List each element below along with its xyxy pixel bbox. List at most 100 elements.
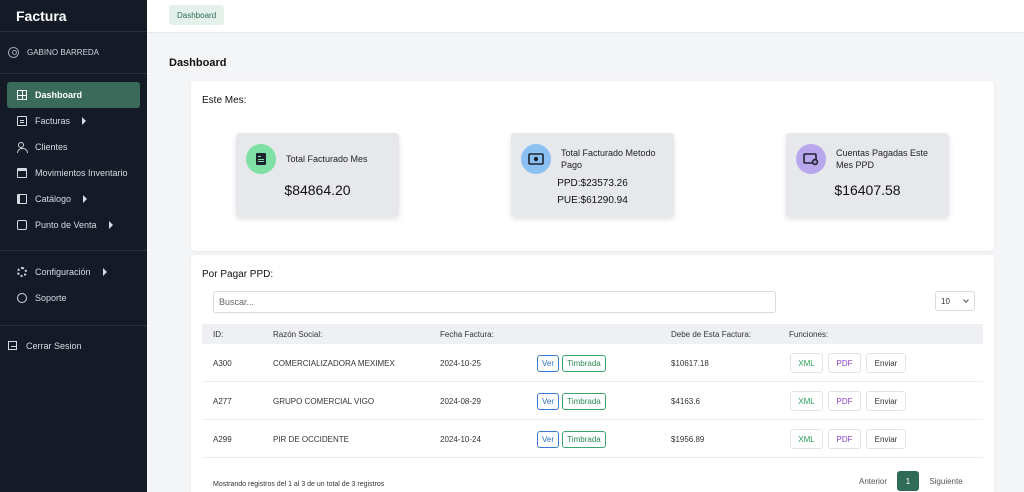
table-header: ID: Razón Social: Fecha Factura: Debe de… [202,324,983,344]
inventory-icon [17,168,27,178]
caret-right-icon [83,195,88,203]
cell-id: A299 [213,435,232,444]
section-label: Este Mes: [202,95,247,106]
stat-cuentas-pagadas-ppd: Cuentas Pagadas Este Mes PPD $16407.58 [786,133,949,216]
this-month-card: Este Mes: Total Facturado Mes $84864.20 … [191,81,994,251]
sidebar-item-label: Facturas [35,116,71,126]
stat-ppd: PPD:$23573.26 [557,178,628,189]
sidebar-nav: Dashboard Facturas Clientes Movimientos … [0,74,147,238]
sidebar-item-label: Movimientos Inventario [35,168,128,178]
sidebar-item-movimientos-inventario[interactable]: Movimientos Inventario [7,160,140,186]
paid-accounts-icon [796,144,826,174]
sidebar-item-catalogo[interactable]: Catálogo [7,186,140,212]
stat-title: Total Facturado Mes [286,154,368,164]
cell-razon-social: PIR DE OCCIDENTE [273,435,350,444]
stat-total-facturado-metodo-pago: Total Facturado Metodo Pago PPD:$23573.2… [511,133,674,216]
section-label: Por Pagar PPD: [202,269,274,280]
pdf-button[interactable]: PDF [828,391,861,411]
table-row: A300 COMERCIALIZADORA MEXIMEX 2024-10-25… [202,344,983,382]
pdf-button[interactable]: PDF [828,429,861,449]
catalog-icon [17,194,27,204]
cell-debe: $4163.6 [671,397,700,406]
topbar: Dashboard [147,0,1024,33]
ver-button[interactable]: Ver [537,355,559,372]
users-icon [17,142,28,153]
xml-button[interactable]: XML [790,429,823,449]
page-title: Dashboard [169,57,227,69]
cell-razon-social: GRUPO COMERCIAL VIGO [273,397,375,406]
cell-debe: $1956.89 [671,435,705,444]
cell-fecha: 2024-10-24 [440,435,481,444]
dashboard-icon [17,90,27,100]
header-razon-social: Razón Social: [273,330,323,339]
stat-value: $84864.20 [284,182,351,198]
invoice-icon [17,116,27,126]
table-footer-info: Mostrando registros del 1 al 3 de un tot… [213,481,385,488]
user-icon [8,47,19,58]
stat-total-facturado-mes: Total Facturado Mes $84864.20 [236,133,399,216]
pdf-button[interactable]: PDF [828,353,861,373]
xml-button[interactable]: XML [790,391,823,411]
ver-button[interactable]: Ver [537,431,559,448]
pager-prev[interactable]: Anterior [853,471,893,491]
cell-id: A277 [213,397,232,406]
sidebar-item-soporte[interactable]: Soporte [7,285,140,311]
caret-right-icon [82,117,87,125]
sidebar-item-dashboard[interactable]: Dashboard [7,82,140,108]
ver-button[interactable]: Ver [537,393,559,410]
sidebar-nav-secondary: Configuración Soporte [0,251,147,311]
sidebar-item-label: Clientes [35,142,68,152]
stat-title: Total Facturado Metodo Pago [561,148,656,170]
timbrada-badge[interactable]: Timbrada [562,355,606,372]
logout-button[interactable]: Cerrar Sesion [0,325,147,365]
timbrada-badge[interactable]: Timbrada [562,393,606,410]
sidebar-item-label: Catálogo [35,194,72,204]
money-icon [521,144,551,174]
header-debe: Debe de Esta Factura: [671,330,752,339]
sidebar-item-punto-de-venta[interactable]: Punto de Venta [7,212,140,238]
support-icon [17,293,27,303]
user-name: GABINO BARREDA [27,48,100,57]
enviar-button[interactable]: Enviar [866,391,906,411]
search-input[interactable] [213,291,776,313]
cell-razon-social: COMERCIALIZADORA MEXIMEX [273,359,395,368]
cell-id: A300 [213,359,232,368]
sidebar-item-label: Configuración [35,267,91,277]
enviar-button[interactable]: Enviar [866,353,906,373]
point-of-sale-icon [17,220,27,230]
table-row: A277 GRUPO COMERCIAL VIGO 2024-08-29 Ver… [202,382,983,420]
brand-logo[interactable]: Factura [0,0,147,32]
pager-page-1[interactable]: 1 [897,471,919,491]
header-id: ID: [213,330,224,339]
stat-value: $16407.58 [834,182,901,198]
sidebar-item-clientes[interactable]: Clientes [7,134,140,160]
cell-fecha: 2024-08-29 [440,397,481,406]
cell-debe: $10617.18 [671,359,709,368]
sidebar-item-label: Dashboard [35,90,83,100]
stat-pue: PUE:$61290.94 [557,195,628,206]
page-size-value: 10 [941,296,950,306]
enviar-button[interactable]: Enviar [866,429,906,449]
xml-button[interactable]: XML [790,353,823,373]
invoice-stat-icon [246,144,276,174]
table-row: A299 PIR DE OCCIDENTE 2024-10-24 Ver Tim… [202,420,983,458]
sidebar-item-configuracion[interactable]: Configuración [7,259,140,285]
caret-right-icon [102,268,107,276]
sidebar-item-label: Punto de Venta [35,220,97,230]
header-funciones: Funciones: [789,330,829,339]
page-size-select[interactable]: 10 [935,291,975,311]
sidebar-item-label: Soporte [35,293,67,303]
sidebar: Factura GABINO BARREDA Dashboard Factura… [0,0,147,492]
caret-right-icon [108,221,113,229]
timbrada-badge[interactable]: Timbrada [562,431,606,448]
logout-icon [8,341,17,350]
user-profile[interactable]: GABINO BARREDA [0,32,147,74]
pager-next[interactable]: Siguiente [924,471,968,491]
logout-label: Cerrar Sesion [26,340,82,351]
chevron-down-icon [963,297,969,303]
cell-fecha: 2024-10-25 [440,359,481,368]
sidebar-item-facturas[interactable]: Facturas [7,108,140,134]
breadcrumb[interactable]: Dashboard [169,5,225,25]
header-fecha: Fecha Factura: [440,330,494,339]
gear-icon [17,267,27,277]
